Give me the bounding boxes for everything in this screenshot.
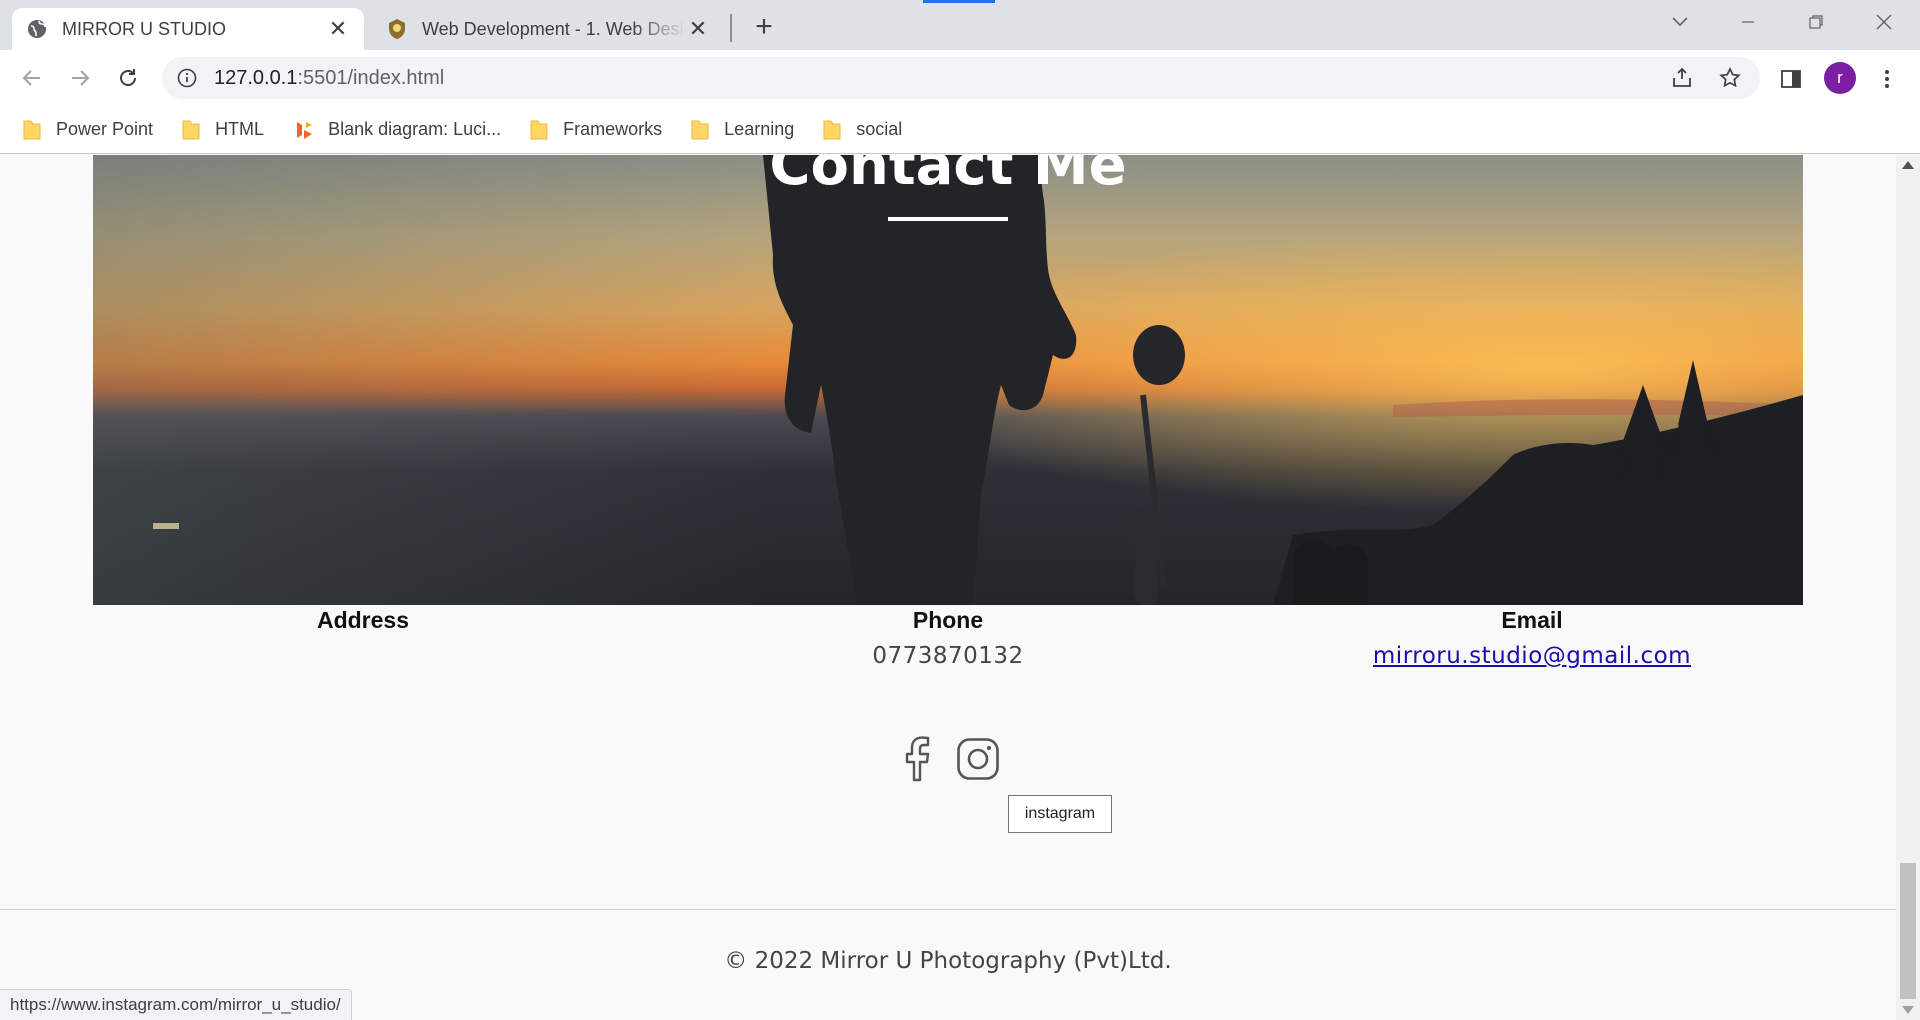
bookmark-star-icon[interactable]: [1718, 66, 1742, 90]
footer-divider: [0, 909, 1896, 910]
url-host: 127.0.0.1: [214, 67, 298, 89]
folder-icon: [182, 120, 200, 139]
title-underline: [888, 217, 1008, 221]
page-title: Contact Me: [769, 155, 1127, 198]
bookmark-label: Blank diagram: Luci...: [328, 119, 502, 139]
tab-search-icon[interactable]: [1662, 8, 1698, 36]
reload-button[interactable]: [110, 60, 146, 96]
facebook-icon[interactable]: [892, 735, 940, 783]
tab-strip: MIRROR U STUDIO ✕ Web Development - 1. W…: [0, 0, 1920, 50]
scroll-down-icon[interactable]: [1902, 1006, 1914, 1014]
bookmark-lucidchart[interactable]: Blank diagram: Luci...: [292, 118, 501, 142]
minimize-icon[interactable]: [1730, 8, 1766, 36]
bookmark-label: social: [856, 119, 903, 139]
email-heading: Email: [1501, 607, 1563, 633]
url-path: :5501/index.html: [297, 67, 445, 89]
link-status-bar: https://www.instagram.com/mirror_u_studi…: [0, 989, 352, 1020]
tab-title: Web Development - 1. Web Design: [422, 18, 686, 39]
bookmark-social[interactable]: social: [822, 119, 902, 141]
folder-icon: [530, 120, 548, 139]
contact-address: Address: [163, 607, 563, 643]
folder-icon: [691, 120, 709, 139]
hero-silhouette: [153, 155, 1803, 605]
instagram-icon[interactable]: [954, 735, 1002, 783]
instagram-tooltip: instagram: [1008, 795, 1112, 833]
tab-separator: [730, 14, 732, 42]
lucidchart-icon: [297, 121, 313, 139]
folder-icon: [823, 120, 841, 139]
new-tab-button[interactable]: +: [748, 10, 780, 43]
back-button[interactable]: [14, 60, 50, 96]
tab-title: MIRROR U STUDIO: [62, 18, 226, 39]
contact-hero-image: Contact Me: [93, 155, 1803, 605]
side-panel-icon[interactable]: [1776, 64, 1806, 94]
tab-activity-indicator: [923, 0, 995, 3]
bookmark-html[interactable]: HTML: [181, 119, 264, 141]
bookmark-learning[interactable]: Learning: [690, 119, 794, 141]
phone-value: 0773870132: [872, 643, 1024, 669]
tab-mirror-u-studio[interactable]: MIRROR U STUDIO ✕: [12, 8, 364, 50]
bookmark-label: Learning: [724, 119, 795, 139]
close-window-icon[interactable]: [1866, 8, 1902, 36]
url-text: 127.0.0.1:5501/index.html: [214, 67, 444, 90]
contact-phone: Phone 0773870132: [748, 607, 1148, 669]
bookmarks-bar: Power Point HTML Blank diagram: Luci... …: [0, 106, 1920, 154]
share-icon[interactable]: [1670, 66, 1694, 90]
folder-icon: [23, 120, 41, 139]
profile-avatar[interactable]: r: [1824, 62, 1856, 94]
address-heading: Address: [316, 607, 410, 633]
crest-icon: [386, 18, 408, 40]
close-tab-icon[interactable]: ✕: [686, 16, 710, 41]
address-bar[interactable]: 127.0.0.1:5501/index.html: [162, 57, 1760, 99]
bookmark-label: Frameworks: [563, 119, 663, 139]
more-menu-icon[interactable]: [1872, 64, 1902, 94]
browser-toolbar: 127.0.0.1:5501/index.html r: [0, 50, 1920, 106]
close-tab-icon[interactable]: ✕: [326, 16, 350, 41]
scrollbar-thumb[interactable]: [1900, 863, 1916, 999]
phone-heading: Phone: [912, 607, 984, 633]
email-link[interactable]: mirroru.studio@gmail.com: [1332, 643, 1732, 669]
bookmark-label: HTML: [215, 119, 265, 139]
bookmark-label: Power Point: [56, 119, 154, 139]
tab-web-development[interactable]: Web Development - 1. Web Design ✕: [372, 8, 724, 50]
contact-email: Email mirroru.studio@gmail.com: [1332, 607, 1732, 669]
site-info-icon[interactable]: [176, 67, 198, 89]
globe-icon: [26, 18, 48, 40]
web-page: Contact Me Address Phone 0773870132 Emai…: [0, 155, 1896, 1020]
page-scrollbar[interactable]: [1896, 155, 1920, 1020]
forward-button[interactable]: [62, 60, 98, 96]
scroll-up-icon[interactable]: [1902, 161, 1914, 169]
bookmark-power-point[interactable]: Power Point: [22, 119, 153, 141]
footer-copyright: © 2022 Mirror U Photography (Pvt)Ltd.: [724, 948, 1172, 974]
restore-icon[interactable]: [1798, 8, 1834, 36]
bookmark-frameworks[interactable]: Frameworks: [529, 119, 662, 141]
